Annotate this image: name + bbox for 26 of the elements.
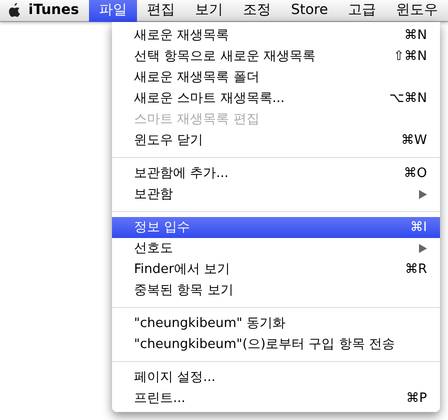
menu-item[interactable]: 중복된 항목 보기 xyxy=(112,280,440,301)
menu-title[interactable]: 윈도우 xyxy=(386,0,448,22)
menu-item[interactable]: 새로운 재생목록 ⌘N xyxy=(112,25,440,46)
app-name[interactable]: iTunes xyxy=(28,0,89,21)
menu-item[interactable]: 선호도 xyxy=(112,238,440,259)
menu-item[interactable]: 정보 입수 ⌘I xyxy=(112,217,440,238)
menu-item[interactable]: 프린트... ⌘P xyxy=(112,388,440,409)
submenu-arrow-icon xyxy=(419,244,427,253)
menu-title[interactable]: 고급 xyxy=(338,0,386,22)
menu-title[interactable]: 편집 xyxy=(136,0,185,22)
menu-item[interactable]: 새로운 스마트 재생목록... ⌥⌘N xyxy=(112,88,440,109)
menu-item[interactable]: 윈도우 닫기 ⌘W xyxy=(112,130,440,151)
menu-title[interactable]: Store xyxy=(280,0,338,22)
submenu-arrow-icon xyxy=(419,190,427,199)
menu-title[interactable]: 조정 xyxy=(232,0,281,22)
menu-item[interactable]: Finder에서 보기 ⌘R xyxy=(112,259,440,280)
menu-item[interactable]: 선택 항목으로 새로운 재생목록 ⇧⌘N xyxy=(112,46,440,67)
menu-item[interactable]: 새로운 재생목록 폴더 xyxy=(112,67,440,88)
menu-item[interactable]: 보관함 xyxy=(112,184,440,205)
menu-item[interactable]: 보관함에 추가... ⌘O xyxy=(112,163,440,184)
menu-item[interactable]: 페이지 설정... xyxy=(112,367,440,388)
menu-title[interactable]: 파일 xyxy=(88,0,137,22)
apple-icon[interactable] xyxy=(6,2,22,20)
menu-title[interactable]: 보기 xyxy=(184,0,233,22)
menu-item[interactable]: "cheungkibeum"(으)로부터 구입 항목 전송 xyxy=(112,334,440,355)
menu-item[interactable]: "cheungkibeum" 동기화 xyxy=(112,313,440,334)
